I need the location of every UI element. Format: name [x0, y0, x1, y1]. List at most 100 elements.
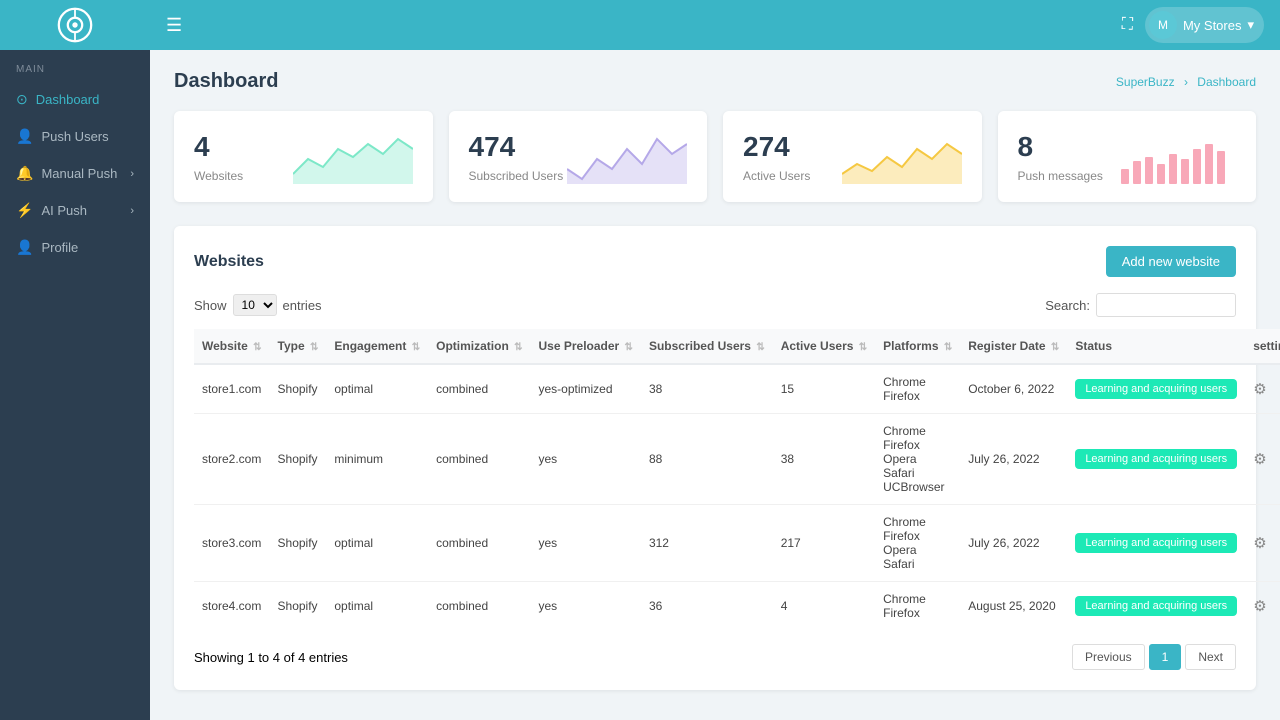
- cell-settings-1[interactable]: ⚙: [1245, 414, 1280, 505]
- topbar: ☰ ⛶ M My Stores ▾: [150, 0, 1280, 50]
- stat-number-active: 274: [743, 131, 810, 163]
- search-label: Search:: [1045, 298, 1090, 313]
- cell-status-0: Learning and acquiring users: [1067, 364, 1245, 414]
- sidebar-label-manual-push: Manual Push: [41, 166, 117, 181]
- cell-preloader-2: yes: [531, 505, 641, 582]
- breadcrumb-root: SuperBuzz: [1116, 75, 1175, 89]
- sidebar-item-manual-push[interactable]: 🔔 Manual Push ›: [0, 155, 150, 192]
- show-label: Show: [194, 298, 227, 313]
- content-area: Dashboard SuperBuzz › Dashboard 4 Websit…: [150, 50, 1280, 720]
- cell-optimization-1: combined: [428, 414, 530, 505]
- cell-optimization-3: combined: [428, 582, 530, 631]
- profile-icon: 👤: [16, 239, 33, 256]
- sidebar-main-label: MAIN: [0, 50, 150, 81]
- page-title: Dashboard: [174, 70, 278, 93]
- page-1-button[interactable]: 1: [1149, 644, 1182, 670]
- stat-label-active: Active Users: [743, 169, 810, 183]
- cell-platforms-1: ChromeFirefoxOperaSafariUCBrowser: [875, 414, 960, 505]
- manual-push-icon: 🔔: [16, 165, 33, 182]
- stat-info-active: 274 Active Users: [743, 131, 810, 183]
- entries-select[interactable]: 10 25 50: [233, 294, 277, 316]
- cell-settings-0[interactable]: ⚙: [1245, 364, 1280, 414]
- settings-icon-2[interactable]: ⚙: [1253, 535, 1266, 552]
- settings-icon-0[interactable]: ⚙: [1253, 381, 1266, 398]
- chevron-right-icon-2: ›: [130, 205, 134, 217]
- dashboard-icon: ⊙: [16, 91, 28, 108]
- sidebar-label-profile: Profile: [41, 240, 78, 255]
- websites-section: Websites Add new website Show 10 25 50 e…: [174, 226, 1256, 690]
- sidebar-item-push-users[interactable]: 👤 Push Users: [0, 118, 150, 155]
- cell-settings-2[interactable]: ⚙: [1245, 505, 1280, 582]
- stat-label-websites: Websites: [194, 169, 243, 183]
- breadcrumb-sep: ›: [1184, 75, 1188, 89]
- table-row: store3.com Shopify optimal combined yes …: [194, 505, 1280, 582]
- show-entries: Show 10 25 50 entries: [194, 294, 322, 316]
- cell-website-1: store2.com: [194, 414, 270, 505]
- table-header-row: Website ⇅ Type ⇅ Engagement ⇅ Optimizati…: [194, 329, 1280, 364]
- user-chevron-icon: ▾: [1247, 17, 1254, 33]
- sidebar-label-push-users: Push Users: [41, 129, 108, 144]
- sidebar-item-profile[interactable]: 👤 Profile: [0, 229, 150, 266]
- cell-date-1: July 26, 2022: [960, 414, 1067, 505]
- cell-platforms-2: ChromeFirefoxOperaSafari: [875, 505, 960, 582]
- table-row: store1.com Shopify optimal combined yes-…: [194, 364, 1280, 414]
- pagination-row: Showing 1 to 4 of 4 entries Previous 1 N…: [194, 644, 1236, 670]
- cell-settings-3[interactable]: ⚙: [1245, 582, 1280, 631]
- chevron-right-icon: ›: [130, 168, 134, 180]
- hamburger-button[interactable]: ☰: [166, 15, 182, 36]
- settings-icon-3[interactable]: ⚙: [1253, 598, 1266, 615]
- stat-info-websites: 4 Websites: [194, 131, 243, 183]
- chart-websites: [293, 129, 413, 184]
- section-title: Websites: [194, 253, 264, 271]
- stat-card-push: 8 Push messages: [998, 111, 1257, 202]
- entries-label: entries: [283, 298, 322, 313]
- user-avatar: M: [1149, 11, 1177, 39]
- cell-active-3: 4: [773, 582, 875, 631]
- search-input[interactable]: [1096, 293, 1236, 317]
- cell-optimization-0: combined: [428, 364, 530, 414]
- table-row: store4.com Shopify optimal combined yes …: [194, 582, 1280, 631]
- user-label: My Stores: [1183, 18, 1242, 33]
- pagination-buttons: Previous 1 Next: [1072, 644, 1236, 670]
- expand-icon[interactable]: ⛶: [1122, 16, 1133, 34]
- user-menu-button[interactable]: M My Stores ▾: [1145, 7, 1264, 43]
- col-register: Register Date ⇅: [960, 329, 1067, 364]
- push-users-icon: 👤: [16, 128, 33, 145]
- cell-subscribed-1: 88: [641, 414, 773, 505]
- cell-optimization-2: combined: [428, 505, 530, 582]
- section-header: Websites Add new website: [194, 246, 1236, 277]
- col-type: Type ⇅: [270, 329, 327, 364]
- sidebar-item-dashboard[interactable]: ⊙ Dashboard: [0, 81, 150, 118]
- sidebar: MAIN ⊙ Dashboard 👤 Push Users 🔔 Manual P…: [0, 0, 150, 720]
- sidebar-item-ai-push[interactable]: ⚡ AI Push ›: [0, 192, 150, 229]
- topbar-right: ⛶ M My Stores ▾: [1122, 7, 1264, 43]
- showing-text: Showing 1 to 4 of 4 entries: [194, 650, 348, 665]
- cell-engagement-2: optimal: [326, 505, 428, 582]
- previous-button[interactable]: Previous: [1072, 644, 1145, 670]
- stat-number-push: 8: [1018, 131, 1103, 163]
- cell-active-2: 217: [773, 505, 875, 582]
- col-status: Status: [1067, 329, 1245, 364]
- table-controls: Show 10 25 50 entries Search:: [194, 293, 1236, 317]
- col-preloader: Use Preloader ⇅: [531, 329, 641, 364]
- settings-icon-1[interactable]: ⚙: [1253, 451, 1266, 468]
- col-settings: settings: [1245, 329, 1280, 364]
- main-area: ☰ ⛶ M My Stores ▾ Dashboard SuperBuzz › …: [150, 0, 1280, 720]
- cell-engagement-1: minimum: [326, 414, 428, 505]
- stat-info-push: 8 Push messages: [1018, 131, 1103, 183]
- next-button[interactable]: Next: [1185, 644, 1236, 670]
- stat-card-subscribed: 474 Subscribed Users: [449, 111, 708, 202]
- col-subscribed: Subscribed Users ⇅: [641, 329, 773, 364]
- col-website: Website ⇅: [194, 329, 270, 364]
- stat-label-subscribed: Subscribed Users: [469, 169, 564, 183]
- cell-active-0: 15: [773, 364, 875, 414]
- ai-push-icon: ⚡: [16, 202, 33, 219]
- add-website-button[interactable]: Add new website: [1106, 246, 1236, 277]
- chart-subscribed: [567, 129, 687, 184]
- cell-website-3: store4.com: [194, 582, 270, 631]
- chart-push: [1116, 129, 1236, 184]
- cell-active-1: 38: [773, 414, 875, 505]
- cell-status-3: Learning and acquiring users: [1067, 582, 1245, 631]
- page-header: Dashboard SuperBuzz › Dashboard: [174, 70, 1256, 93]
- cell-engagement-3: optimal: [326, 582, 428, 631]
